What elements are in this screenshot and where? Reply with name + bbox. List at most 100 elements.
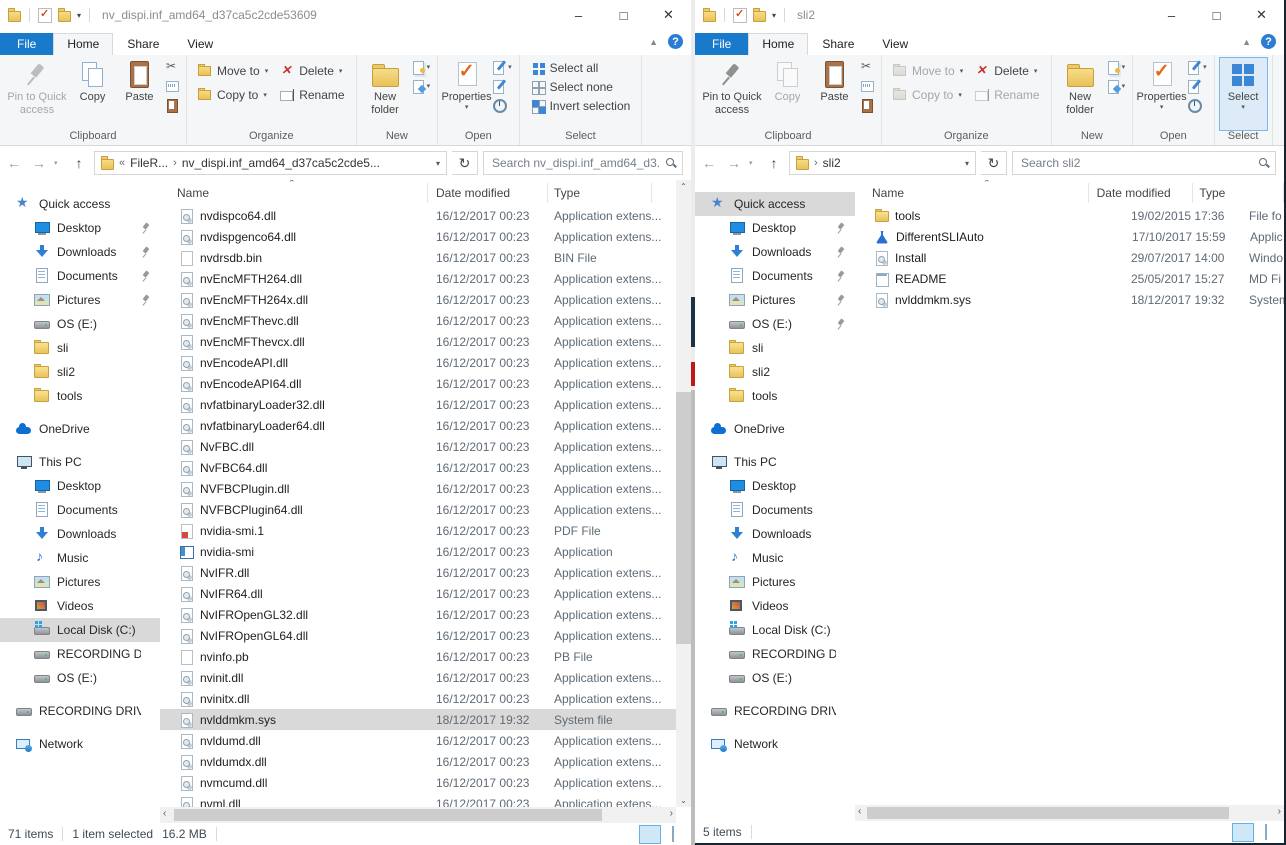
- folder-icon[interactable]: [8, 10, 21, 21]
- properties-check-icon[interactable]: [38, 8, 52, 23]
- sidebar-item[interactable]: Desktop: [695, 216, 855, 240]
- address-bar[interactable]: › sli2 ▾: [789, 151, 976, 175]
- easy-access-icon[interactable]: [1106, 79, 1120, 93]
- tab-home[interactable]: Home: [748, 33, 808, 55]
- file-row[interactable]: nvldumdx.dll 16/12/2017 00:23 Applicatio…: [160, 751, 676, 772]
- forward-button[interactable]: →: [29, 155, 49, 171]
- file-row[interactable]: nvinit.dll 16/12/2017 00:23 Application …: [160, 667, 676, 688]
- address-dropdown-caret[interactable]: ▾: [436, 159, 440, 168]
- sidebar-item[interactable]: sli: [0, 336, 160, 360]
- scroll-right-icon[interactable]: ›: [1278, 806, 1281, 817]
- file-row[interactable]: nvEncodeAPI.dll 16/12/2017 00:23 Applica…: [160, 352, 676, 373]
- file-row[interactable]: nvinfo.pb 16/12/2017 00:23 PB File: [160, 646, 676, 667]
- vertical-scroll-thumb[interactable]: [676, 392, 691, 644]
- copy-button[interactable]: Copy: [69, 58, 116, 130]
- sidebar-item[interactable]: OneDrive: [0, 417, 160, 441]
- vertical-scrollbar[interactable]: ⌃ ⌄: [676, 180, 691, 807]
- help-icon[interactable]: ?: [1261, 34, 1276, 49]
- file-row[interactable]: NvFBC.dll 16/12/2017 00:23 Application e…: [160, 436, 676, 457]
- sidebar-item[interactable]: Documents: [0, 264, 160, 288]
- column-header-name[interactable]: Name: [855, 183, 1089, 203]
- scroll-down-icon[interactable]: ⌄: [676, 796, 691, 805]
- scroll-left-icon[interactable]: ‹: [163, 808, 166, 819]
- move-to-button[interactable]: Move to▾: [198, 64, 268, 78]
- new-item-icon[interactable]: [1106, 60, 1120, 74]
- breadcrumb-parent[interactable]: FileR...: [130, 156, 168, 170]
- recent-locations-caret[interactable]: ▾: [54, 159, 64, 167]
- tab-view[interactable]: View: [868, 33, 922, 55]
- maximize-button[interactable]: □: [601, 0, 646, 30]
- copy-path-icon[interactable]: [165, 79, 179, 93]
- sidebar-item[interactable]: sli: [695, 336, 855, 360]
- maximize-button[interactable]: □: [1194, 0, 1239, 30]
- search-input[interactable]: [483, 151, 683, 175]
- rename-button[interactable]: Rename: [975, 88, 1039, 102]
- minimize-button[interactable]: –: [556, 0, 601, 30]
- file-row[interactable]: nvEncMFThevcx.dll 16/12/2017 00:23 Appli…: [160, 331, 676, 352]
- sidebar-item[interactable]: sli2: [0, 360, 160, 384]
- tab-view[interactable]: View: [173, 33, 227, 55]
- move-to-button[interactable]: Move to▾: [893, 64, 963, 78]
- sidebar-item[interactable]: Videos: [695, 594, 855, 618]
- file-row[interactable]: nvEncodeAPI64.dll 16/12/2017 00:23 Appli…: [160, 373, 676, 394]
- scroll-up-icon[interactable]: ⌃: [676, 182, 691, 191]
- tab-file[interactable]: File: [695, 33, 748, 55]
- file-row[interactable]: nvlddmkm.sys 18/12/2017 19:32 System: [855, 289, 1284, 310]
- sidebar-item[interactable]: Downloads: [0, 522, 160, 546]
- refresh-button[interactable]: ↻: [981, 151, 1007, 175]
- search-icon[interactable]: [665, 157, 677, 169]
- file-row[interactable]: nvfatbinaryLoader32.dll 16/12/2017 00:23…: [160, 394, 676, 415]
- help-icon[interactable]: ?: [668, 34, 683, 49]
- sidebar-item[interactable]: Music: [0, 546, 160, 570]
- thumbnails-view-button[interactable]: [1256, 824, 1276, 841]
- pin-to-quick-access-button[interactable]: Pin to Quick access: [5, 58, 69, 130]
- sidebar-item[interactable]: RECORDING DRIVE: [0, 642, 160, 666]
- file-row[interactable]: nvdispco64.dll 16/12/2017 00:23 Applicat…: [160, 205, 676, 226]
- file-row[interactable]: Install 29/07/2017 14:00 Windo: [855, 247, 1284, 268]
- horizontal-scrollbar[interactable]: ‹ ›: [160, 807, 676, 823]
- sidebar-item[interactable]: Downloads: [0, 240, 160, 264]
- scroll-right-icon[interactable]: ›: [670, 808, 673, 819]
- sidebar-item[interactable]: Network: [0, 732, 160, 756]
- file-row[interactable]: nvmcumd.dll 16/12/2017 00:23 Application…: [160, 772, 676, 793]
- delete-button[interactable]: Delete▾: [280, 64, 344, 78]
- sidebar-item[interactable]: Pictures: [0, 570, 160, 594]
- up-button[interactable]: ↑: [69, 155, 89, 171]
- file-row[interactable]: nvfatbinaryLoader64.dll 16/12/2017 00:23…: [160, 415, 676, 436]
- file-row[interactable]: NvFBC64.dll 16/12/2017 00:23 Application…: [160, 457, 676, 478]
- details-view-button[interactable]: [1233, 824, 1253, 841]
- open-with-icon[interactable]: [492, 79, 506, 93]
- properties-button[interactable]: Properties ▾: [1138, 58, 1185, 130]
- forward-button[interactable]: →: [724, 155, 744, 171]
- breadcrumb-current[interactable]: sli2: [823, 156, 841, 170]
- close-button[interactable]: ✕: [646, 0, 691, 30]
- sidebar-item[interactable]: Local Disk (C:): [0, 618, 160, 642]
- column-header-date-modified[interactable]: Date modified: [1089, 183, 1194, 203]
- column-header-date-modified[interactable]: Date modified: [428, 183, 548, 203]
- select-none-button[interactable]: Select none: [531, 80, 631, 94]
- file-row[interactable]: nvdrsdb.bin 16/12/2017 00:23 BIN File: [160, 247, 676, 268]
- breadcrumb-current[interactable]: nv_dispi.inf_amd64_d37ca5c2cde5...: [182, 156, 380, 170]
- copy-to-button[interactable]: Copy to▾: [198, 88, 268, 102]
- horizontal-scroll-thumb[interactable]: [867, 807, 1229, 819]
- file-row[interactable]: nvldumd.dll 16/12/2017 00:23 Application…: [160, 730, 676, 751]
- copy-button[interactable]: Copy: [764, 58, 811, 130]
- minimize-button[interactable]: –: [1149, 0, 1194, 30]
- select-all-button[interactable]: Select all: [531, 61, 631, 75]
- sidebar-item[interactable]: Pictures: [0, 288, 160, 312]
- sidebar-item[interactable]: OS (E:): [695, 312, 855, 336]
- column-header-type[interactable]: Type: [1193, 183, 1284, 203]
- search-input[interactable]: [1012, 151, 1276, 175]
- qat-customize-caret[interactable]: ▾: [772, 11, 776, 20]
- collapse-ribbon-icon[interactable]: ▲: [649, 37, 658, 47]
- qat-customize-caret[interactable]: ▾: [77, 11, 81, 20]
- new-folder-icon[interactable]: [58, 10, 71, 21]
- file-row[interactable]: nvinitx.dll 16/12/2017 00:23 Application…: [160, 688, 676, 709]
- sidebar-item[interactable]: tools: [695, 384, 855, 408]
- file-row[interactable]: NvIFROpenGL32.dll 16/12/2017 00:23 Appli…: [160, 604, 676, 625]
- open-with-icon[interactable]: [1187, 79, 1201, 93]
- new-item-icon[interactable]: [411, 60, 425, 74]
- rename-button[interactable]: Rename: [280, 88, 344, 102]
- sidebar-item[interactable]: tools: [0, 384, 160, 408]
- search-icon[interactable]: [1258, 157, 1270, 169]
